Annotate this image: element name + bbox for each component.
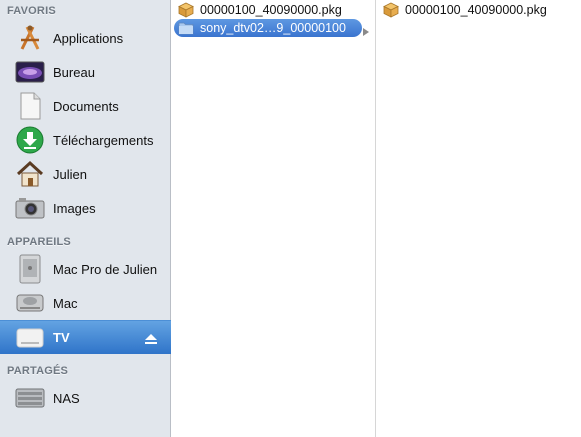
- sidebar-item-applications[interactable]: Applications: [0, 21, 171, 55]
- camera-icon: [15, 193, 45, 223]
- file-name: 00000100_40090000.pkg: [405, 3, 547, 17]
- sidebar-item-label: Applications: [53, 30, 124, 46]
- sidebar-item-images[interactable]: Images: [0, 191, 171, 225]
- list-item-selected[interactable]: sony_dtv02…9_00000100: [174, 19, 362, 37]
- home-icon: [15, 159, 45, 189]
- file-name: 00000100_40090000.pkg: [200, 3, 342, 17]
- list-item[interactable]: 00000100_40090000.pkg: [174, 1, 342, 19]
- external-drive-icon: [15, 323, 45, 353]
- package-icon: [178, 2, 194, 18]
- sidebar-item-label: Bureau: [53, 64, 95, 80]
- sidebar: FAVORIS Applications Bureau Documents Té…: [0, 0, 171, 437]
- package-icon: [383, 2, 399, 18]
- hard-drive-icon: [15, 288, 45, 318]
- sidebar-item-label: Documents: [53, 98, 119, 114]
- browser-column-2: 00000100_40090000.pkg: [377, 0, 581, 437]
- sidebar-item-documents[interactable]: Documents: [0, 89, 171, 123]
- desktop-icon: [15, 57, 45, 87]
- network-server-icon: [15, 383, 45, 413]
- downloads-icon: [15, 125, 45, 155]
- sidebar-item-label: TV: [53, 330, 70, 345]
- documents-icon: [15, 91, 45, 121]
- section-title-partages: PARTAGÉS: [7, 365, 69, 377]
- eject-icon[interactable]: [145, 331, 157, 349]
- sidebar-item-label: Julien: [53, 166, 87, 182]
- folder-icon: [178, 20, 194, 36]
- sidebar-item-tv[interactable]: TV: [0, 320, 171, 354]
- sidebar-item-label: Téléchargements: [53, 132, 154, 148]
- sidebar-item-julien[interactable]: Julien: [0, 157, 171, 191]
- sidebar-item-bureau[interactable]: Bureau: [0, 55, 171, 89]
- sidebar-item-mac-pro[interactable]: Mac Pro de Julien: [0, 252, 171, 286]
- sidebar-item-mac[interactable]: Mac: [0, 286, 171, 320]
- sidebar-item-nas[interactable]: NAS: [0, 381, 171, 415]
- folder-name: sony_dtv02…9_00000100: [200, 21, 346, 35]
- disclosure-arrow-icon: [363, 23, 369, 41]
- sidebar-item-label: Mac Pro de Julien: [53, 261, 158, 277]
- sidebar-item-label: Images: [53, 200, 96, 216]
- sidebar-item-label: Mac: [53, 295, 78, 311]
- mac-pro-icon: [15, 254, 45, 284]
- list-item[interactable]: 00000100_40090000.pkg: [379, 1, 547, 19]
- browser-column-1: 00000100_40090000.pkg sony_dtv02…9_00000…: [172, 0, 376, 437]
- sidebar-item-telechargements[interactable]: Téléchargements: [0, 123, 171, 157]
- section-title-appareils: APPAREILS: [7, 236, 71, 248]
- section-title-favoris: FAVORIS: [7, 5, 56, 17]
- sidebar-item-label: NAS: [53, 390, 80, 406]
- applications-icon: [15, 23, 45, 53]
